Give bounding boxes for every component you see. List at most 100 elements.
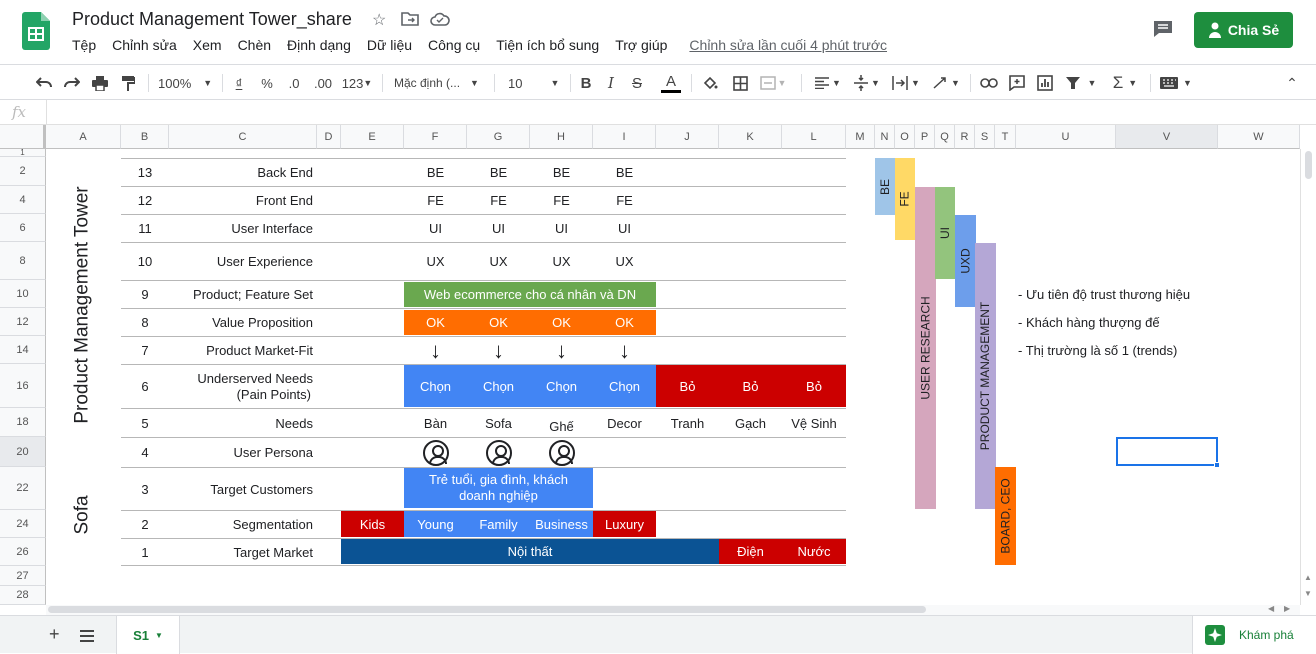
decrease-decimal-button[interactable]: .0 [283, 72, 305, 94]
chosen-cell[interactable]: Chọn [404, 365, 467, 407]
need-item[interactable]: Gạch [719, 409, 782, 437]
value-prop-ok[interactable]: OK [467, 310, 530, 335]
segment-young[interactable]: Young [404, 511, 467, 537]
level-label[interactable]: Underserved Needs (Pain Points) [169, 365, 317, 408]
filter-icon[interactable]: ▼ [1062, 72, 1100, 94]
col-header-a[interactable]: A [46, 125, 121, 149]
insert-comment-icon[interactable] [1006, 72, 1028, 94]
bar-user-research[interactable]: USER RESEARCH [915, 187, 936, 509]
col-header-o[interactable]: O [895, 125, 915, 149]
bar-uxd[interactable]: UXD [955, 215, 976, 307]
sheet-tab-s1[interactable]: S1 ▼ [116, 616, 180, 654]
col-header-r[interactable]: R [955, 125, 975, 149]
menu-data[interactable]: Dữ liệu [359, 37, 420, 57]
horizontal-scroll-thumb[interactable] [48, 606, 926, 613]
bar-product-management[interactable]: PRODUCT MANAGEMENT [975, 243, 996, 509]
explore-button[interactable]: Khám phá [1192, 616, 1316, 654]
star-icon[interactable]: ☆ [372, 10, 386, 30]
insert-link-icon[interactable] [978, 72, 1000, 94]
comment-history-icon[interactable] [1152, 19, 1174, 39]
functions-icon[interactable]: Σ ▼ [1108, 72, 1142, 94]
row-header-22[interactable]: 22 [0, 467, 46, 510]
segment-business[interactable]: Business [530, 511, 593, 537]
borders-icon[interactable] [730, 72, 750, 94]
row-header-8[interactable]: 8 [0, 242, 46, 280]
row-header-6[interactable]: 6 [0, 214, 46, 242]
fill-color-icon[interactable] [700, 72, 720, 94]
level-number[interactable]: 6 [121, 365, 169, 408]
level-label[interactable]: Value Proposition [169, 309, 317, 336]
level-item[interactable]: UI [593, 215, 656, 242]
menu-format[interactable]: Định dạng [279, 37, 359, 57]
select-all-corner[interactable] [0, 125, 46, 149]
level-item[interactable]: UX [530, 243, 593, 280]
row-header-20[interactable]: 20 [0, 437, 46, 467]
level-label[interactable]: Back End [169, 159, 317, 186]
segment-family[interactable]: Family [467, 511, 530, 537]
text-rotation-icon[interactable]: ▼ [930, 72, 962, 94]
print-icon[interactable] [89, 72, 111, 94]
row-header-16[interactable]: 16 [0, 364, 46, 408]
level-number[interactable]: 9 [121, 281, 169, 308]
level-label[interactable]: Target Customers [169, 468, 317, 510]
scroll-right-icon[interactable]: ▶ [1284, 604, 1290, 613]
row-header-2[interactable]: 2 [0, 157, 46, 186]
insert-chart-icon[interactable] [1034, 72, 1056, 94]
chosen-cell[interactable]: Chọn [467, 365, 530, 407]
col-header-p[interactable]: P [915, 125, 935, 149]
input-tools-icon[interactable]: ▼ [1158, 72, 1194, 94]
collapse-menu-icon[interactable]: ⌃ [1282, 72, 1302, 94]
col-header-w[interactable]: W [1218, 125, 1300, 149]
level-item[interactable]: UX [593, 243, 656, 280]
need-item[interactable]: Sofa [467, 409, 530, 437]
value-prop-ok[interactable]: OK [593, 310, 656, 335]
level-item[interactable]: FE [404, 187, 467, 214]
all-sheets-icon[interactable] [80, 629, 94, 647]
level-number[interactable]: 13 [121, 159, 169, 186]
market-furniture[interactable]: Nội thất [341, 539, 719, 564]
text-wrap-icon[interactable]: ▼ [890, 72, 922, 94]
market-electric[interactable]: Điện [719, 539, 782, 564]
move-folder-icon[interactable] [401, 11, 419, 32]
need-item[interactable]: Decor [593, 409, 656, 437]
menu-view[interactable]: Xem [185, 37, 230, 57]
segment-kids[interactable]: Kids [341, 511, 404, 537]
vertical-align-icon[interactable]: ▼ [852, 72, 882, 94]
selected-cell[interactable] [1116, 437, 1218, 466]
need-item[interactable]: Bàn [404, 409, 467, 437]
col-header-i[interactable]: I [593, 125, 656, 149]
row-header-27[interactable]: 27 [0, 566, 46, 586]
zoom-select[interactable]: 100% ▼ [158, 72, 214, 94]
percent-format-button[interactable]: % [256, 72, 278, 94]
level-number[interactable]: 7 [121, 337, 169, 364]
col-header-e[interactable]: E [341, 125, 404, 149]
level-item[interactable]: FE [530, 187, 593, 214]
menu-edit[interactable]: Chỉnh sửa [104, 37, 185, 57]
persona-cell[interactable] [404, 438, 467, 467]
value-prop-ok[interactable]: OK [404, 310, 467, 335]
level-number[interactable]: 12 [121, 187, 169, 214]
col-header-u[interactable]: U [1016, 125, 1116, 149]
level-number[interactable]: 10 [121, 243, 169, 280]
need-item[interactable]: Tranh [656, 409, 719, 437]
col-header-g[interactable]: G [467, 125, 530, 149]
more-formats-button[interactable]: 123 ▼ [340, 72, 374, 94]
bold-button[interactable]: B [577, 72, 595, 94]
share-button[interactable]: Chia Sẻ [1194, 12, 1293, 48]
note-item[interactable]: - Khách hàng thượng đế [1018, 315, 1160, 330]
increase-decimal-button[interactable]: .00 [310, 72, 336, 94]
level-item[interactable]: FE [467, 187, 530, 214]
text-color-button[interactable]: A [660, 72, 682, 94]
row-header-18[interactable]: 18 [0, 408, 46, 437]
menu-addons[interactable]: Tiện ích bổ sung [488, 37, 607, 57]
row-header-24[interactable]: 24 [0, 510, 46, 538]
document-title[interactable]: Product Management Tower_share [72, 9, 352, 30]
persona-cell[interactable] [467, 438, 530, 467]
row-header-28[interactable]: 28 [0, 586, 46, 605]
dropped-cell[interactable]: Bỏ [782, 365, 846, 407]
need-item[interactable]: Ghế [530, 412, 593, 440]
chosen-cell[interactable]: Chọn [593, 365, 656, 407]
row-header-12[interactable]: 12 [0, 308, 46, 336]
level-label[interactable]: User Persona [169, 438, 317, 467]
level-number[interactable]: 8 [121, 309, 169, 336]
